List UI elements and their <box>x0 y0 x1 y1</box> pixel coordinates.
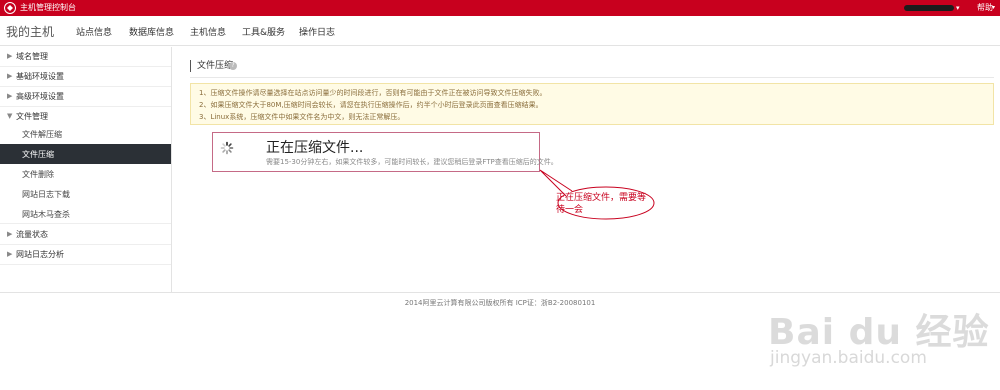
sidebar-item-label: 文件管理 <box>16 112 48 121</box>
sidebar-sub-label: 网站木马查杀 <box>22 210 70 219</box>
sidebar-sub-label: 文件解压缩 <box>22 130 62 139</box>
logo-icon <box>4 2 16 14</box>
chevron-right-icon: ▶ <box>7 92 13 100</box>
help-icon[interactable]: ? <box>229 62 237 70</box>
sidebar-item-basic-env[interactable]: ▶ 基础环境设置 <box>0 67 171 87</box>
nav-site-info[interactable]: 站点信息 <box>76 25 112 38</box>
sidebar-sub-compress[interactable]: 文件压缩 <box>0 144 171 164</box>
loading-spinner-icon <box>220 141 234 155</box>
notice-line: 3、Linux系统，压缩文件中如果文件名为中文，则无法正常解压。 <box>199 113 405 121</box>
sidebar-item-domain[interactable]: ▶ 域名管理 <box>0 47 171 67</box>
nav-tools-services[interactable]: 工具&服务 <box>242 25 285 38</box>
page-title: 文件压缩 <box>190 60 233 72</box>
divider <box>190 77 994 78</box>
sidebar-sub-label: 文件压缩 <box>22 150 54 159</box>
sidebar-item-log-analysis[interactable]: ▶ 网站日志分析 <box>0 245 171 265</box>
sidebar-item-advanced-env[interactable]: ▶ 高级环境设置 <box>0 87 171 107</box>
chevron-right-icon: ▶ <box>7 52 13 60</box>
compress-progress-dialog: 正在压缩文件... 需要15-30分钟左右，如果文件较多，可能时间较长，建议您稍… <box>212 132 558 172</box>
user-account[interactable] <box>904 5 954 11</box>
sidebar-sub-unzip[interactable]: 文件解压缩 <box>0 124 171 144</box>
notice-line: 2、如果压缩文件大于80M,压缩时间会较长，请您在执行压缩操作后，约半个小时后登… <box>199 101 543 109</box>
help-menu[interactable]: 帮助 <box>977 2 993 14</box>
notice-line: 1、压缩文件操作请尽量选择在站点访问量少的时间段进行，否则有可能由于文件正在被访… <box>199 89 547 97</box>
user-menu-chevron-down-icon[interactable]: ▾ <box>956 3 960 13</box>
chevron-right-icon: ▶ <box>7 250 13 258</box>
main-nav: 我的主机 站点信息 数据库信息 主机信息 工具&服务 操作日志 <box>0 16 1000 46</box>
brand-my-host[interactable]: 我的主机 <box>6 23 54 40</box>
nav-host-info[interactable]: 主机信息 <box>190 25 226 38</box>
sidebar-sub-label: 文件删除 <box>22 170 54 179</box>
annotation-text: 正在压缩文件，需要等待一会 <box>556 193 647 215</box>
sidebar-item-label: 基础环境设置 <box>16 72 64 81</box>
progress-title: 正在压缩文件... <box>266 140 364 156</box>
chevron-down-icon: ▼ <box>7 112 13 120</box>
sidebar-sub-label: 网站日志下载 <box>22 190 70 199</box>
sidebar-item-label: 流量状态 <box>16 230 48 239</box>
sidebar-item-label: 域名管理 <box>16 52 48 61</box>
sidebar-item-label: 网站日志分析 <box>16 250 64 259</box>
top-bar: 主机管理控制台 ▾ 帮助 ▾ <box>0 0 1000 16</box>
console-title: 主机管理控制台 <box>20 3 76 12</box>
sidebar-sub-log-download[interactable]: 网站日志下载 <box>0 184 171 204</box>
help-chevron-down-icon[interactable]: ▾ <box>992 4 995 11</box>
watermark-url: jingyan.baidu.com <box>770 348 927 368</box>
sidebar-sub-trojan-scan[interactable]: 网站木马查杀 <box>0 204 171 224</box>
progress-description: 需要15-30分钟左右，如果文件较多，可能时间较长，建议您稍后登录FTP查看压缩… <box>266 158 558 166</box>
notice-box: 1、压缩文件操作请尽量选择在站点访问量少的时间段进行，否则有可能由于文件正在被访… <box>190 83 994 125</box>
sidebar: ▶ 域名管理 ▶ 基础环境设置 ▶ 高级环境设置 ▼ 文件管理 文件解压缩 文件… <box>0 47 172 292</box>
sidebar-item-label: 高级环境设置 <box>16 92 64 101</box>
nav-database-info[interactable]: 数据库信息 <box>129 25 174 38</box>
footer-divider <box>0 292 1000 293</box>
annotation-callout <box>539 169 655 220</box>
nav-operation-log[interactable]: 操作日志 <box>299 25 335 38</box>
sidebar-sub-delete[interactable]: 文件删除 <box>0 164 171 184</box>
chevron-right-icon: ▶ <box>7 72 13 80</box>
sidebar-item-traffic[interactable]: ▶ 流量状态 <box>0 225 171 245</box>
chevron-right-icon: ▶ <box>7 230 13 238</box>
